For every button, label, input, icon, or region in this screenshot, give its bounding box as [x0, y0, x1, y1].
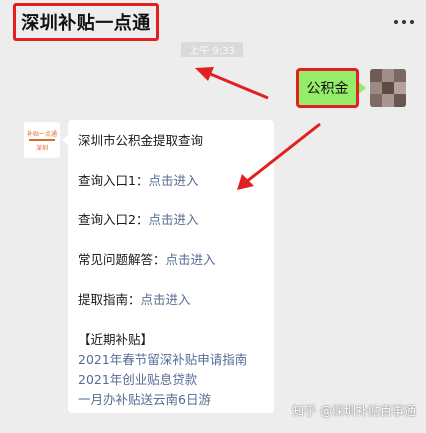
recent-subsidy-link[interactable]: 一月办补贴送云南6日游 — [78, 389, 211, 408]
faq-label: 常见问题解答： — [78, 252, 166, 267]
bot-message-bubble: 深圳市公积金提取查询 查询入口1：点击进入 查询入口2：点击进入 常见问题解答：… — [68, 120, 274, 413]
arrow-to-timestamp — [207, 71, 269, 100]
query-entry-2-link[interactable]: 点击进入 — [148, 212, 198, 227]
recent-subsidy-link[interactable]: 2021年春节留深补贴申请指南 — [78, 349, 247, 368]
guide-entry: 提取指南：点击进入 — [78, 289, 191, 308]
more-dots-icon[interactable] — [392, 12, 416, 32]
svg-text:深圳: 深圳 — [36, 144, 48, 152]
user-message-bubble[interactable]: 公积金 — [296, 68, 359, 108]
guide-label: 提取指南： — [78, 292, 141, 307]
query-entry-1-link[interactable]: 点击进入 — [148, 173, 198, 188]
faq-link[interactable]: 点击进入 — [166, 252, 216, 267]
chat-title-box: 深圳补贴一点通 — [13, 3, 159, 41]
user-avatar[interactable] — [370, 69, 406, 107]
chat-window: 深圳补贴一点通 上午 9:33 公积金 补贴一点通 深圳 深圳市公积金提取查询 … — [0, 0, 426, 433]
arrow-head-timestamp — [195, 67, 214, 81]
bot-message-title: 深圳市公积金提取查询 — [78, 133, 204, 148]
query-entry-1: 查询入口1：点击进入 — [78, 170, 198, 189]
guide-link[interactable]: 点击进入 — [141, 292, 191, 307]
recent-subsidy-heading: 【近期补贴】 — [78, 332, 154, 347]
query-entry-2-label: 查询入口2： — [78, 212, 149, 227]
recent-subsidy-link[interactable]: 2021年创业贴息贷款 — [78, 369, 197, 388]
svg-text:补贴一点通: 补贴一点通 — [27, 130, 57, 138]
chat-title: 深圳补贴一点通 — [21, 13, 151, 34]
bot-avatar-logo: 补贴一点通 深圳 — [24, 122, 60, 158]
message-timestamp: 上午 9:33 — [181, 42, 243, 57]
user-message-text: 公积金 — [306, 81, 349, 97]
watermark: 知乎 @深圳补贴百事通 — [292, 404, 416, 418]
bot-avatar[interactable]: 补贴一点通 深圳 — [24, 122, 60, 158]
query-entry-2: 查询入口2：点击进入 — [78, 209, 198, 228]
user-bubble-tail — [359, 82, 366, 94]
timestamp-text: 上午 9:33 — [189, 46, 235, 57]
chat-header: 深圳补贴一点通 — [0, 0, 426, 44]
user-avatar-image — [370, 69, 406, 107]
query-entry-1-label: 查询入口1： — [78, 173, 149, 188]
faq-entry: 常见问题解答：点击进入 — [78, 249, 216, 268]
